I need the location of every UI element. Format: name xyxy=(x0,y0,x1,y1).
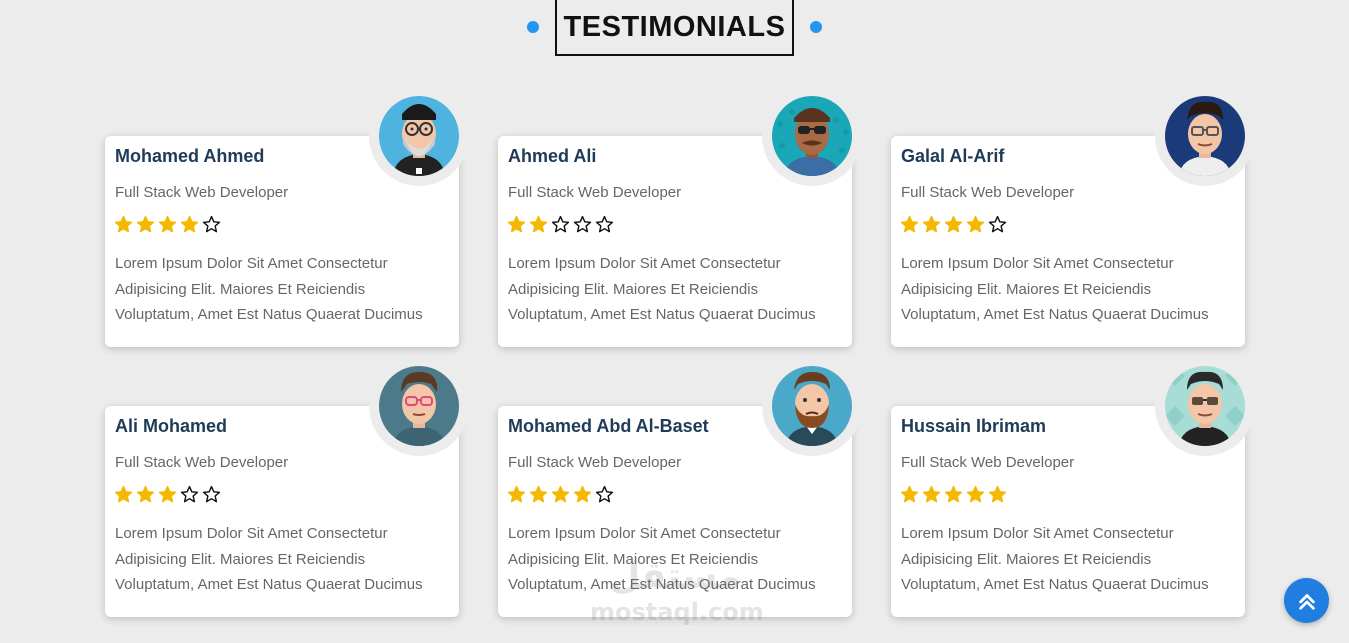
rating-stars xyxy=(114,215,221,234)
star-filled-icon xyxy=(180,215,199,233)
rating-stars xyxy=(114,485,221,504)
star-filled-icon xyxy=(966,215,985,233)
watermark-latin: mostaql.com xyxy=(590,598,764,626)
avatar-ring xyxy=(1155,86,1255,186)
star-filled-icon xyxy=(944,485,963,503)
testimonial-text-line: Adipisicing Elit. Maiores Et Reiciendis xyxy=(901,550,1152,568)
star-filled-icon xyxy=(114,215,133,233)
star-filled-icon xyxy=(900,485,919,503)
testimonial-text: Lorem Ipsum Dolor Sit Amet Consectetur A… xyxy=(508,251,848,328)
avatar-ring xyxy=(762,86,862,186)
double-chevron-up-icon xyxy=(1298,593,1315,610)
star-filled-icon xyxy=(988,485,1007,503)
star-empty-icon xyxy=(551,215,570,233)
section-heading: TESTIMONIALS xyxy=(0,0,1349,60)
testimonial-text-line: Lorem Ipsum Dolor Sit Amet Consectetur xyxy=(901,255,1174,272)
star-filled-icon xyxy=(507,215,526,233)
man-with-pink-glasses-avatar-icon xyxy=(379,366,459,446)
testimonial-text-line: Adipisicing Elit. Maiores Et Reiciendis xyxy=(115,280,366,298)
rating-stars xyxy=(900,485,1007,504)
testimonial-role: Full Stack Web Developer xyxy=(901,184,1075,201)
star-filled-icon xyxy=(158,485,177,503)
testimonial-name: Hussain Ibrimam xyxy=(901,416,1047,436)
man-with-sunglasses-avatar-icon xyxy=(772,96,852,176)
star-filled-icon xyxy=(529,215,548,233)
star-filled-icon xyxy=(900,215,919,233)
avatar-ring xyxy=(369,86,469,186)
star-filled-icon xyxy=(507,485,526,503)
star-filled-icon xyxy=(922,485,941,503)
testimonial-name: Galal Al-Arif xyxy=(901,146,1005,166)
testimonial-name: Mohamed Ahmed xyxy=(115,146,265,166)
star-filled-icon xyxy=(158,215,177,233)
star-filled-icon xyxy=(966,485,985,503)
star-filled-icon xyxy=(136,485,155,503)
mostaql-watermark: مستقل mostaql.com xyxy=(590,556,764,632)
watermark-arabic: مستقل xyxy=(609,556,741,597)
testimonial-card: Galal Al-Arif Full Stack Web Developer L… xyxy=(891,86,1255,347)
star-filled-icon xyxy=(529,485,548,503)
star-filled-icon xyxy=(114,485,133,503)
man-with-glasses-avatar-icon xyxy=(1165,96,1245,176)
testimonial-text-line: Adipisicing Elit. Maiores Et Reiciendis xyxy=(901,280,1152,298)
page-title: TESTIMONIALS xyxy=(563,10,786,43)
testimonial-text: Lorem Ipsum Dolor Sit Amet Consectetur A… xyxy=(901,521,1241,598)
testimonial-role: Full Stack Web Developer xyxy=(508,454,682,471)
man-with-dark-glasses-avatar-icon xyxy=(1165,366,1245,446)
testimonial-text-line: Voluptatum, Amet Est Natus Quaerat Ducim… xyxy=(115,306,423,323)
star-empty-icon xyxy=(202,485,221,503)
testimonial-role: Full Stack Web Developer xyxy=(901,454,1075,471)
testimonial-card: Ali Mohamed Full Stack Web Developer Lor… xyxy=(105,356,469,617)
star-filled-icon xyxy=(573,485,592,503)
rating-stars xyxy=(900,215,1007,234)
avatar-ring xyxy=(762,356,862,456)
testimonial-name: Ali Mohamed xyxy=(115,416,228,436)
testimonial-text-line: Lorem Ipsum Dolor Sit Amet Consectetur xyxy=(901,525,1174,542)
testimonial-card: Hussain Ibrimam Full Stack Web Developer… xyxy=(891,356,1255,617)
bearded-man-with-glasses-avatar-icon xyxy=(379,96,459,176)
star-filled-icon xyxy=(922,215,941,233)
testimonial-card: Mohamed Ahmed Full Stack Web Developer L… xyxy=(105,86,469,347)
star-empty-icon xyxy=(202,215,221,233)
heading-dot-right xyxy=(810,21,822,33)
star-empty-icon xyxy=(573,215,592,233)
rating-stars xyxy=(507,485,614,504)
testimonial-name: Ahmed Ali xyxy=(508,146,597,166)
testimonial-role: Full Stack Web Developer xyxy=(115,454,289,471)
testimonial-text-line: Lorem Ipsum Dolor Sit Amet Consectetur xyxy=(115,525,388,542)
testimonial-text-line: Lorem Ipsum Dolor Sit Amet Consectetur xyxy=(115,255,388,272)
testimonial-role: Full Stack Web Developer xyxy=(115,184,289,201)
testimonial-text-line: Lorem Ipsum Dolor Sit Amet Consectetur xyxy=(508,525,781,542)
star-empty-icon xyxy=(595,215,614,233)
star-filled-icon xyxy=(136,215,155,233)
star-filled-icon xyxy=(551,485,570,503)
rating-stars xyxy=(507,215,614,234)
star-empty-icon xyxy=(180,485,199,503)
avatar-ring xyxy=(1155,356,1255,456)
scroll-to-top-button[interactable] xyxy=(1284,578,1329,623)
testimonial-name: Mohamed Abd Al-Baset xyxy=(508,416,709,436)
testimonial-text: Lorem Ipsum Dolor Sit Amet Consectetur A… xyxy=(901,251,1241,328)
avatar-ring xyxy=(369,356,469,456)
star-empty-icon xyxy=(595,485,614,503)
star-filled-icon xyxy=(944,215,963,233)
testimonial-text-line: Voluptatum, Amet Est Natus Quaerat Ducim… xyxy=(508,306,816,323)
testimonial-text-line: Voluptatum, Amet Est Natus Quaerat Ducim… xyxy=(115,576,423,593)
testimonial-card: Ahmed Ali Full Stack Web Developer Lorem… xyxy=(498,86,862,347)
testimonial-text-line: Voluptatum, Amet Est Natus Quaerat Ducim… xyxy=(901,306,1209,323)
testimonial-text-line: Lorem Ipsum Dolor Sit Amet Consectetur xyxy=(508,255,781,272)
testimonial-text: Lorem Ipsum Dolor Sit Amet Consectetur A… xyxy=(115,251,455,328)
star-empty-icon xyxy=(988,215,1007,233)
heading-dot-left xyxy=(527,21,539,33)
testimonial-text-line: Adipisicing Elit. Maiores Et Reiciendis xyxy=(508,280,759,298)
bearded-man-avatar-icon xyxy=(772,366,852,446)
testimonial-text-line: Adipisicing Elit. Maiores Et Reiciendis xyxy=(115,550,366,568)
testimonial-text-line: Voluptatum, Amet Est Natus Quaerat Ducim… xyxy=(901,576,1209,593)
heading-box: TESTIMONIALS xyxy=(555,0,794,56)
testimonial-role: Full Stack Web Developer xyxy=(508,184,682,201)
testimonial-text: Lorem Ipsum Dolor Sit Amet Consectetur A… xyxy=(115,521,455,598)
